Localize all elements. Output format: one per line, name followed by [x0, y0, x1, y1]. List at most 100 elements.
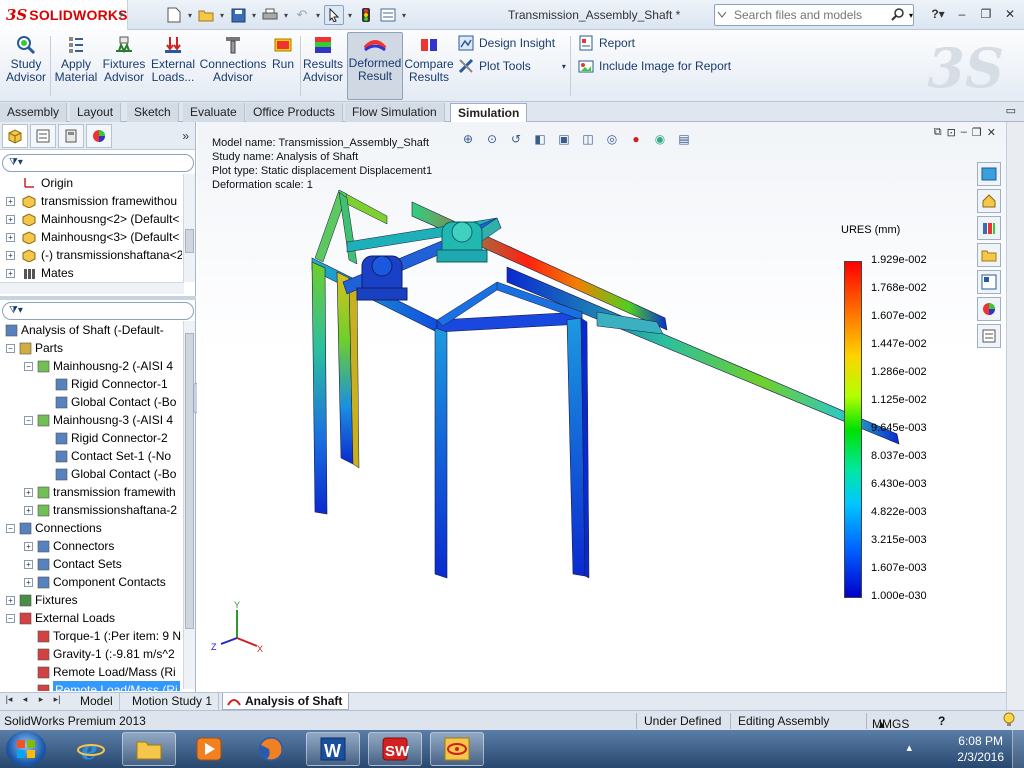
next-tab-icon[interactable]: ▸ — [34, 694, 48, 705]
study-tree-item[interactable]: Analysis of Shaft (-Default- — [0, 321, 182, 339]
tab-model[interactable]: Model — [74, 693, 120, 710]
search-icon[interactable] — [891, 7, 905, 24]
search-box[interactable]: ▾ — [714, 4, 914, 26]
home-icon[interactable] — [977, 189, 1001, 213]
print-dropdown-icon[interactable]: ▾ — [282, 11, 290, 20]
collapse-icon[interactable]: − — [24, 362, 33, 371]
collapse-icon[interactable]: − — [6, 524, 15, 533]
expand-icon[interactable]: + — [24, 542, 33, 551]
taskbar-solidworks[interactable]: SW — [368, 732, 422, 766]
tab-layout[interactable]: Layout — [70, 103, 122, 122]
tab-motion-study[interactable]: Motion Study 1 — [126, 693, 220, 710]
panel-expand-chevron-icon[interactable]: » — [182, 129, 189, 143]
taskbar-internet-explorer[interactable]: e — [64, 732, 118, 766]
apply-material-button[interactable]: Apply Material — [54, 34, 98, 98]
taskbar-media-player[interactable] — [182, 732, 236, 766]
study-tree-item[interactable]: − Connections — [0, 519, 182, 537]
collapse-icon[interactable]: − — [24, 416, 33, 425]
study-tree-item[interactable]: + Fixtures — [0, 591, 182, 609]
fixtures-advisor-button[interactable]: Fixtures Advisor — [102, 34, 146, 98]
solidworks-resources-icon[interactable] — [977, 162, 1001, 186]
study-tree-item[interactable]: + transmission framewith — [0, 483, 182, 501]
tab-minimize-icon[interactable]: ▭ — [1006, 105, 1016, 117]
tab-sketch[interactable]: Sketch — [127, 103, 179, 122]
study-tree-item[interactable]: + transmissionshaftana-2 — [0, 501, 182, 519]
external-loads-button[interactable]: External Loads... — [150, 34, 196, 98]
save-icon[interactable] — [228, 5, 248, 25]
tree-item-shaft[interactable]: + (-) transmissionshaftana<2 — [0, 246, 182, 264]
minimize-icon[interactable]: – — [952, 5, 972, 23]
deformed-result-button[interactable]: Deformed Result — [347, 32, 403, 100]
expand-icon[interactable]: + — [6, 251, 15, 260]
units-selector[interactable]: MMGS ▴ — [872, 714, 909, 731]
solidworks-logo[interactable]: 3S SOLIDWORKS ▸ — [0, 0, 128, 30]
scroll-thumb[interactable] — [185, 229, 194, 253]
feature-tree-vscroll[interactable] — [183, 174, 195, 282]
show-desktop-button[interactable] — [1012, 730, 1024, 768]
options-dropdown-icon[interactable]: ▾ — [400, 11, 408, 20]
study-tree-item[interactable]: + Contact Sets — [0, 555, 182, 573]
first-tab-icon[interactable]: |◂ — [2, 694, 16, 705]
custom-properties-icon[interactable] — [977, 324, 1001, 348]
search-dropdown-icon[interactable]: ▾ — [909, 11, 913, 20]
study-tree-item[interactable]: − Parts — [0, 339, 182, 357]
study-tree-item[interactable]: Global Contact (-Bo — [0, 465, 182, 483]
study-tree-item[interactable]: Remote Load/Mass (Ri — [0, 681, 182, 691]
options-icon[interactable] — [378, 5, 398, 25]
study-tree-item[interactable]: Rigid Connector-2 — [0, 429, 182, 447]
panel-splitter[interactable] — [0, 296, 196, 300]
last-tab-icon[interactable]: ▸| — [50, 694, 64, 705]
select-dropdown-icon[interactable]: ▾ — [346, 11, 354, 20]
compare-results-button[interactable]: Compare Results — [404, 34, 454, 98]
restore-icon[interactable]: ❐ — [976, 5, 996, 23]
design-library-icon[interactable] — [977, 216, 1001, 240]
tree-item-mainhousing-3[interactable]: + Mainhousng<3> (Default< — [0, 228, 182, 246]
tree-item-origin[interactable]: Origin — [0, 174, 182, 192]
design-insight-button[interactable]: Design Insight — [458, 33, 555, 53]
tab-evaluate[interactable]: Evaluate — [183, 103, 245, 122]
undo-icon[interactable]: ↶ — [292, 5, 312, 25]
status-help-icon[interactable]: ? — [938, 714, 945, 728]
new-document-icon[interactable] — [164, 5, 184, 25]
report-button[interactable]: Report — [578, 33, 635, 53]
taskbar-file-explorer[interactable] — [122, 732, 176, 766]
appearance-manager-tab[interactable] — [86, 123, 112, 148]
taskbar-word[interactable]: W — [306, 732, 360, 766]
study-tree-item[interactable]: Remote Load/Mass (Ri — [0, 663, 182, 681]
taskbar-app[interactable] — [430, 732, 484, 766]
close-icon[interactable]: ✕ — [1000, 5, 1020, 23]
search-scope-icon[interactable] — [715, 10, 730, 20]
tab-simulation[interactable]: Simulation — [450, 103, 528, 122]
start-button[interactable] — [6, 731, 46, 767]
collapse-icon[interactable]: − — [6, 614, 15, 623]
tree-item-mainhousing-2[interactable]: + Mainhousng<2> (Default< — [0, 210, 182, 228]
scroll-thumb[interactable] — [185, 333, 194, 629]
study-tree-item[interactable]: Contact Set-1 (-No — [0, 447, 182, 465]
tree-item-frame[interactable]: + transmission framewithou — [0, 192, 182, 210]
include-image-button[interactable]: Include Image for Report — [578, 56, 731, 76]
study-tree-item[interactable]: − Mainhousng-2 (-AISI 4 — [0, 357, 182, 375]
open-dropdown-icon[interactable]: ▾ — [218, 11, 226, 20]
system-clock[interactable]: 6:08 PM 2/3/2016 — [957, 733, 1004, 765]
expand-icon[interactable]: + — [6, 269, 15, 278]
study-tree-item[interactable]: Global Contact (-Bo — [0, 393, 182, 411]
study-tree-item[interactable]: Torque-1 (:Per item: 9 N — [0, 627, 182, 645]
tab-office-products[interactable]: Office Products — [246, 103, 343, 122]
tree-item-mates[interactable]: + Mates — [0, 264, 182, 282]
tab-analysis-of-shaft[interactable]: Analysis of Shaft — [222, 693, 350, 710]
study-tree-item[interactable]: Gravity-1 (:-9.81 m/s^2 — [0, 645, 182, 663]
configuration-manager-tab[interactable] — [58, 123, 84, 148]
connections-advisor-button[interactable]: Connections Advisor — [200, 34, 266, 98]
expand-icon[interactable]: + — [24, 560, 33, 569]
select-arrow-icon[interactable] — [324, 5, 344, 25]
expand-icon[interactable]: + — [6, 215, 15, 224]
save-dropdown-icon[interactable]: ▾ — [250, 11, 258, 20]
rebuild-lightbulb-icon[interactable] — [1002, 712, 1016, 731]
expand-icon[interactable]: + — [6, 197, 15, 206]
study-advisor-button[interactable]: Study Advisor — [6, 34, 46, 98]
run-button[interactable]: Run — [268, 34, 298, 98]
logo-menu-arrow-icon[interactable]: ▸ — [120, 9, 125, 20]
results-advisor-button[interactable]: Results Advisor — [302, 34, 344, 98]
taskbar-firefox[interactable] — [244, 732, 298, 766]
expand-icon[interactable]: + — [6, 596, 15, 605]
